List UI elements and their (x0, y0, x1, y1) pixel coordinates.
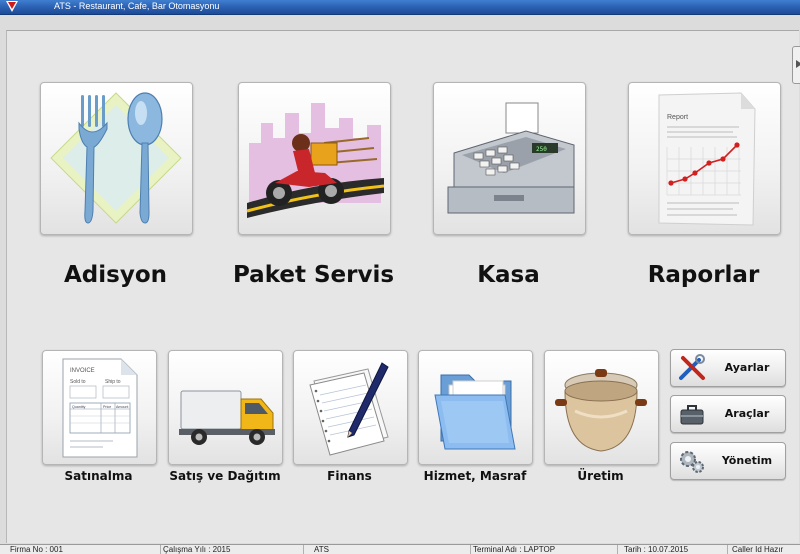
app-logo-icon (6, 1, 18, 12)
invoice-col-amount: Amount (116, 405, 128, 409)
cutlery-icon (50, 92, 182, 224)
raporlar-label: Raporlar (647, 262, 760, 288)
delivery-motorcycle-icon (246, 103, 385, 218)
invoice-title: INVOICE (70, 368, 95, 374)
paket-servis-label: Paket Servis (232, 262, 395, 288)
hizmet-masraf-label: Hizmet, Masraf (423, 469, 527, 483)
kasa-label: Kasa (477, 262, 540, 288)
raporlar-button[interactable]: Report (628, 82, 781, 235)
ayarlar-label: Ayarlar (724, 361, 770, 374)
hizmet-masraf-button[interactable] (418, 350, 533, 465)
cash-register-icon: 250 (447, 102, 575, 214)
satinalma-label: Satınalma (64, 469, 133, 483)
satis-ve-dagitim-button[interactable] (168, 350, 283, 465)
satinalma-button[interactable]: INVOICE Sold to Ship to Quantity Price A… (42, 350, 157, 465)
invoice-col-quantity: Quantity (72, 405, 86, 409)
report-tile-heading: Report (667, 114, 688, 121)
invoice-ship-to: Ship to (105, 379, 121, 385)
araclar-button[interactable]: Araçlar (670, 395, 786, 433)
uretim-label: Üretim (577, 469, 624, 483)
svg-text:250: 250 (536, 146, 547, 153)
ayarlar-button[interactable]: Ayarlar (670, 349, 786, 387)
invoice-sold-to: Sold to (70, 379, 86, 385)
satis-ve-dagitim-label: Satış ve Dağıtım (169, 469, 281, 483)
kasa-button[interactable]: 250 (433, 82, 586, 235)
yonetim-button[interactable]: Yönetim (670, 442, 786, 480)
paket-servis-button[interactable] (238, 82, 391, 235)
report-chart-icon: Report (658, 92, 756, 226)
tools-icon (679, 354, 705, 380)
folder-icon (434, 374, 516, 450)
notebook-pencil-icon (309, 362, 389, 456)
arrow-right-icon (796, 60, 800, 68)
finans-button[interactable] (293, 350, 408, 465)
toolbox-icon (680, 405, 704, 425)
invoice-icon: INVOICE Sold to Ship to Quantity Price A… (62, 358, 138, 458)
side-expand-button[interactable] (792, 46, 800, 84)
delivery-truck-icon (179, 390, 275, 445)
adisyon-label: Adisyon (63, 262, 167, 288)
uretim-button[interactable] (544, 350, 659, 465)
adisyon-button[interactable] (40, 82, 193, 235)
finans-label: Finans (327, 469, 372, 483)
title-bar: ATS - Restaurant, Cafe, Bar Otomasyonu (0, 0, 800, 15)
invoice-col-price: Price (103, 405, 111, 409)
gears-icon (680, 451, 704, 473)
araclar-label: Araçlar (724, 407, 770, 420)
yonetim-label: Yönetim (721, 454, 773, 467)
cooking-pot-icon (555, 369, 647, 452)
window-title: ATS - Restaurant, Cafe, Bar Otomasyonu (54, 1, 220, 11)
